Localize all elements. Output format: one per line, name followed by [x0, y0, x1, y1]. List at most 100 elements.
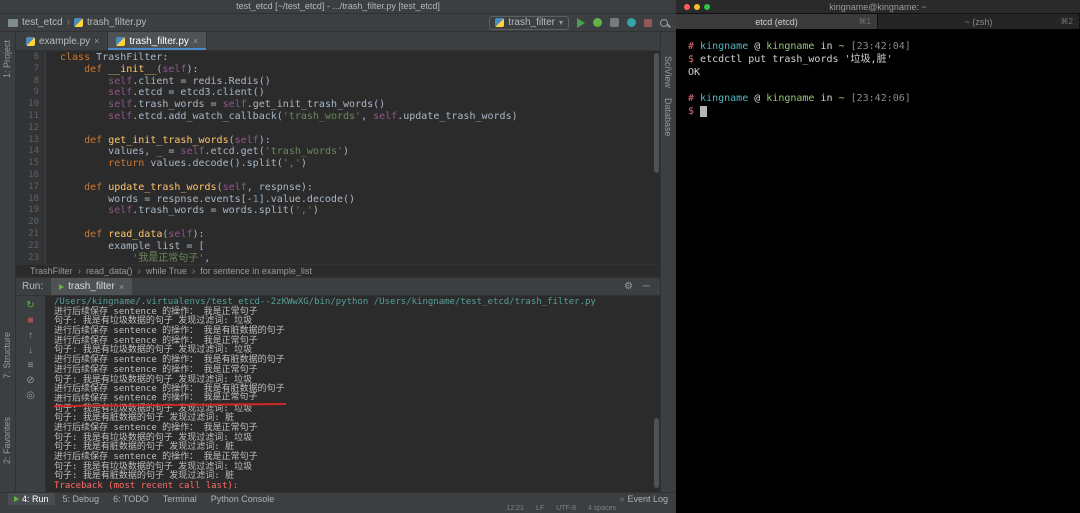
editor-scrollbar[interactable] [653, 51, 660, 264]
breadcrumb-project[interactable]: test_etcd [22, 17, 63, 28]
sidebar-item-structure[interactable]: 7: Structure [2, 332, 12, 379]
tab-shortcut: ⌘1 [858, 17, 871, 26]
breadcrumb-method[interactable]: read_data() [86, 266, 133, 276]
tab-example-py[interactable]: example.py × [18, 32, 109, 50]
clock-icon: ○ [619, 494, 625, 504]
screen: test_etcd [~/test_etcd] - .../trash_filt… [0, 0, 1080, 513]
tab-label: trash_filter.py [129, 35, 189, 47]
chevron-icon: › [66, 17, 70, 28]
run-toolwindow-header: Run: trash_filter × ⚙ ─ [16, 277, 660, 295]
right-toolwindow-stripe: SciView Database [660, 32, 676, 492]
button-label: Python Console [210, 493, 275, 504]
python-file-icon [116, 36, 126, 46]
toolwindow-todo-button[interactable]: 6: TODO [107, 493, 155, 506]
debug-button[interactable] [593, 18, 602, 27]
restore-layout-button[interactable]: ≡ [28, 360, 34, 372]
editor-breadcrumbs: TrashFilter › read_data() › while True ›… [16, 264, 660, 277]
code-editor[interactable]: 6 7 8 9 10 11 12 13 14 15 16 17 18 19 20 21 22 23 class T… [16, 51, 660, 264]
chevron-down-icon: ▾ [558, 18, 563, 27]
tab-shortcut: ⌘2 [1060, 17, 1073, 26]
terminal-window: kingname@kingname: ~ etcd (etcd) ⌘1 ~ (z… [676, 0, 1080, 513]
python-file-icon [73, 18, 83, 27]
python-icon [495, 18, 505, 27]
run-config-selector[interactable]: trash_filter ▾ [489, 15, 569, 30]
breadcrumb-while[interactable]: while True [146, 266, 187, 276]
terminal-window-title: kingname@kingname: ~ [829, 2, 927, 12]
tab-trash-filter-py[interactable]: trash_filter.py × [108, 32, 208, 50]
chevron-icon: › [137, 265, 141, 277]
caret-position[interactable]: 12:21 [506, 505, 524, 513]
sidebar-item-sciview[interactable]: SciView [663, 56, 673, 88]
pin-tab-button[interactable]: ◎ [26, 390, 35, 402]
search-icon[interactable] [660, 18, 668, 27]
run-toolwindow: ↻ ■ ↑ ↓ ≡ ⊘ ◎ /Users/kingname/.virtualen… [16, 295, 660, 492]
breadcrumb-class[interactable]: TrashFilter [30, 266, 73, 276]
rerun-button[interactable]: ↻ [26, 300, 34, 312]
terminal-titlebar: kingname@kingname: ~ [676, 0, 1080, 14]
button-label: 5: Debug [62, 493, 100, 504]
toolwindow-buttons: 4: Run 5: Debug 6: TODO Terminal Python … [8, 492, 281, 506]
chevron-icon: › [191, 265, 196, 277]
chevron-icon: › [77, 265, 82, 277]
editor-area: example.py × trash_filter.py × 6 7 8 9 10 11 1… [16, 32, 660, 492]
terminal-tabbar: etcd (etcd) ⌘1 ~ (zsh) ⌘2 [676, 14, 1080, 30]
close-icon[interactable]: × [193, 36, 198, 46]
tab-label: ~ (zsh) [964, 16, 993, 27]
toolwindow-run-button[interactable]: 4: Run [8, 492, 55, 506]
console-scrollbar[interactable] [653, 296, 660, 492]
left-toolwindow-stripe: 1: Project 7: Structure 2: Favorites [0, 32, 16, 492]
button-label: 4: Run [22, 493, 49, 504]
console-output[interactable]: /Users/kingname/.virtualenvs/test_etcd--… [46, 296, 660, 492]
run-toolwindow-title: Run: [22, 281, 44, 292]
close-icon[interactable]: × [94, 36, 99, 46]
stop-button-console[interactable]: ■ [27, 315, 33, 327]
terminal-tab-etcd[interactable]: etcd (etcd) ⌘1 [676, 14, 878, 29]
breadcrumb-file[interactable]: trash_filter.py [87, 17, 146, 28]
profiler-button[interactable] [627, 18, 636, 27]
statusbar-right: ○ Event Log [620, 494, 668, 504]
ide-titlebar: test_etcd [~/test_etcd] - .../trash_filt… [0, 0, 676, 14]
file-encoding[interactable]: UTF-8 [556, 505, 576, 513]
run-toolbar-actions: trash_filter ▾ [489, 15, 668, 30]
run-button[interactable] [577, 17, 585, 28]
run-icon [59, 283, 65, 290]
event-log-label: Event Log [627, 494, 668, 504]
folder-icon [8, 18, 18, 27]
editor-tabbar: example.py × trash_filter.py × [16, 32, 660, 51]
tab-label: etcd (etcd) [755, 16, 798, 27]
minimize-icon[interactable]: ─ [643, 281, 650, 292]
run-icon [14, 496, 19, 502]
terminal-output[interactable]: # kingname @ kingname in ~ [23:42:04] $ e… [676, 30, 1080, 513]
sidebar-item-database[interactable]: Database [663, 98, 673, 137]
sidebar-item-favorites[interactable]: 2: Favorites [2, 417, 12, 464]
event-log-button[interactable]: ○ Event Log [620, 494, 668, 504]
run-config-label: trash_filter [508, 17, 555, 28]
tab-label: example.py [39, 35, 91, 47]
run-tab-trash-filter[interactable]: trash_filter × [51, 278, 133, 295]
run-tab-label: trash_filter [68, 281, 115, 292]
button-label: 6: TODO [113, 493, 149, 504]
pycharm-window: test_etcd [~/test_etcd] - .../trash_filt… [0, 0, 676, 513]
clear-console-button[interactable]: ⊘ [26, 375, 34, 387]
python-file-icon [26, 36, 35, 46]
toolwindow-python-console-button[interactable]: Python Console [205, 493, 281, 506]
down-stack-trace-button[interactable]: ↓ [28, 345, 33, 357]
coverage-button[interactable] [610, 18, 619, 27]
indent-info[interactable]: 4 spaces [588, 505, 616, 513]
up-stack-trace-button[interactable]: ↑ [28, 330, 33, 342]
gutter[interactable]: 6 7 8 9 10 11 12 13 14 15 16 17 18 19 20 21 22 23 [16, 51, 46, 264]
code-lines[interactable]: class TrashFilter: def __init__(self): s… [46, 51, 660, 264]
run-console-toolbar: ↻ ■ ↑ ↓ ≡ ⊘ ◎ [16, 296, 46, 492]
gear-icon[interactable]: ⚙ [624, 281, 633, 292]
navigation-breadcrumb: test_etcd › trash_filter.py [8, 17, 146, 28]
line-separator[interactable]: LF [536, 505, 544, 513]
button-label: Terminal [162, 493, 197, 504]
toolwindow-terminal-button[interactable]: Terminal [157, 493, 203, 506]
close-icon[interactable]: × [119, 282, 124, 292]
terminal-tab-zsh[interactable]: ~ (zsh) ⌘2 [878, 14, 1080, 29]
toolwindow-debug-button[interactable]: 5: Debug [57, 493, 106, 506]
ide-navbar: test_etcd › trash_filter.py trash_filter… [0, 14, 676, 32]
stop-button[interactable] [644, 18, 652, 27]
sidebar-item-project[interactable]: 1: Project [2, 40, 12, 78]
breadcrumb-for[interactable]: for sentence in example_list [200, 266, 312, 276]
